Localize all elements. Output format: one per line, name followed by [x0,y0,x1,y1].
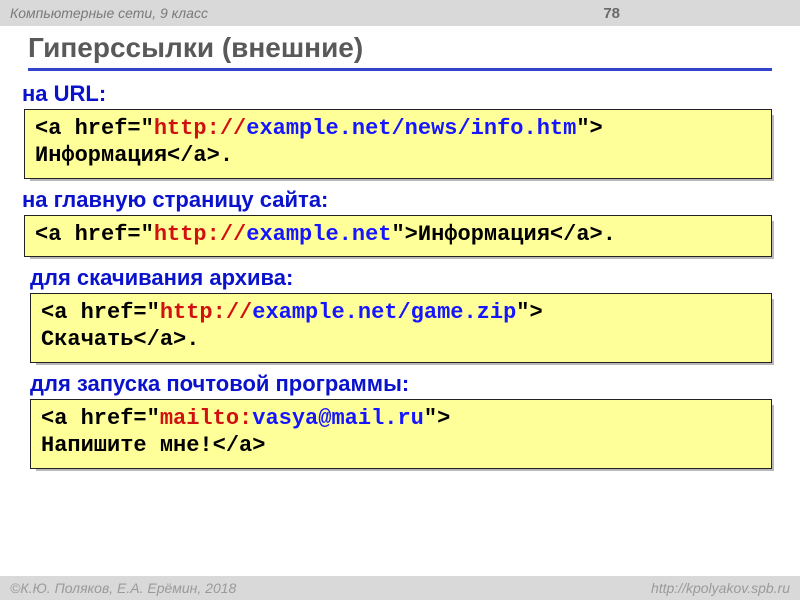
footer-bar: ©К.Ю. Поляков, Е.А. Ерёмин, 2018 http://… [0,576,800,600]
code-box-url: <a href="http://example.net/news/info.ht… [24,109,772,179]
title-bold: Гиперссылки [28,32,214,63]
slide: Компьютерные сети, 9 класс 78 Гиперссылк… [0,0,800,600]
code-url: <a href="http://example.net/news/info.ht… [24,109,772,179]
page-title: Гиперссылки (внешние) [28,32,772,71]
section-label-url: на URL: [22,81,782,107]
section-label-mailto: для запуска почтовой программы: [30,371,782,397]
footer-authors: ©К.Ю. Поляков, Е.А. Ерёмин, 2018 [10,580,236,596]
content: на URL: <a href="http://example.net/news… [0,71,800,469]
course-title: Компьютерные сети, 9 класс [10,5,208,21]
title-wrap: Гиперссылки (внешние) [0,26,800,71]
section-label-download: для скачивания архива: [30,265,782,291]
section-label-homepage: на главную страницу сайта: [22,187,782,213]
code-box-mailto: <a href="mailto:vasya@mail.ru">Напишите … [30,399,772,469]
code-box-download: <a href="http://example.net/game.zip">Ск… [30,293,772,363]
title-rest: (внешние) [214,32,363,63]
code-homepage: <a href="http://example.net">Информация<… [24,215,772,258]
footer-url: http://kpolyakov.spb.ru [651,580,790,596]
code-box-homepage: <a href="http://example.net">Информация<… [24,215,772,258]
page-number: 78 [603,5,620,22]
header-bar: Компьютерные сети, 9 класс 78 [0,0,800,26]
code-download: <a href="http://example.net/game.zip">Ск… [30,293,772,363]
code-mailto: <a href="mailto:vasya@mail.ru">Напишите … [30,399,772,469]
